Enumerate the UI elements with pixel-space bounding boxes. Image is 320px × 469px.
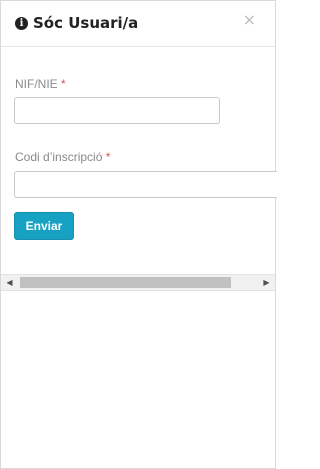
dialog-title: i Sóc Usuari/a [15, 14, 138, 32]
code-input[interactable] [14, 171, 277, 198]
scroll-left-icon[interactable]: ◀ [1, 275, 18, 290]
nif-label-text: NIF/NIE [15, 77, 58, 91]
nif-input[interactable] [14, 97, 220, 124]
nif-label: NIF/NIE * [15, 77, 66, 91]
dialog-title-text: Sóc Usuari/a [33, 14, 139, 32]
code-label-text: Codi d’inscripció [15, 150, 103, 164]
scrollbar-thumb[interactable] [20, 277, 231, 288]
dialog-header: i Sóc Usuari/a × [1, 1, 275, 47]
close-icon[interactable]: × [243, 10, 256, 29]
info-icon: i [15, 16, 28, 30]
modal-dialog: i Sóc Usuari/a × NIF/NIE * Codi d’inscri… [0, 0, 277, 469]
required-mark: * [61, 77, 66, 91]
horizontal-scrollbar[interactable]: ◀ ▶ [1, 274, 275, 291]
submit-button[interactable]: Enviar [14, 212, 74, 240]
code-label: Codi d’inscripció * [15, 150, 110, 164]
required-mark: * [105, 150, 111, 164]
scroll-right-icon[interactable]: ▶ [258, 275, 275, 290]
